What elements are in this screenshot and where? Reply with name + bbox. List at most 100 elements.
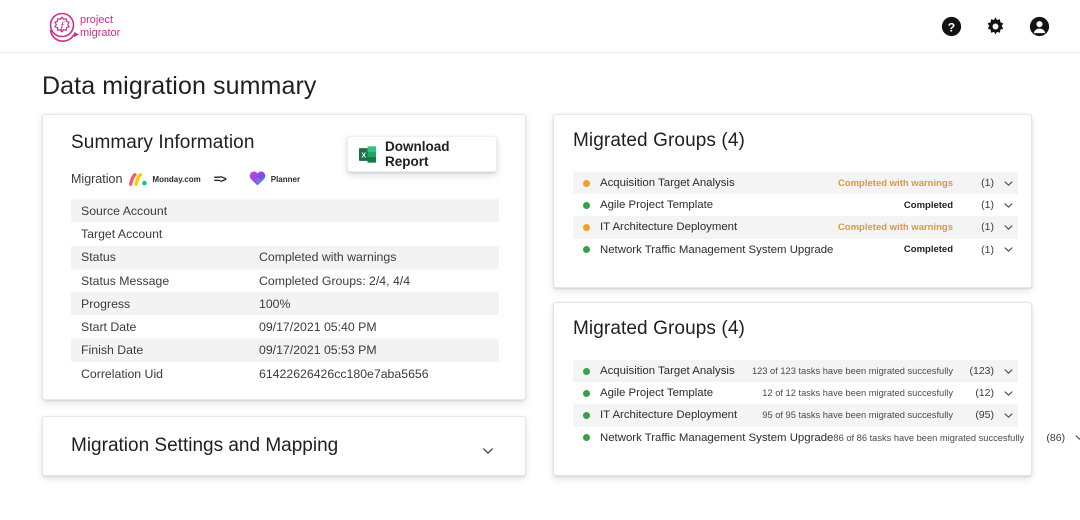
row-key: Target Account: [81, 226, 163, 241]
row-key: Status Message: [81, 273, 170, 288]
list-item[interactable]: Agile Project Template Completed (1): [573, 194, 1018, 216]
group-count: (123): [969, 365, 994, 378]
source-product-name: Monday.com: [152, 174, 201, 184]
row-key: Status: [81, 250, 116, 265]
migration-label: Migration: [71, 172, 123, 186]
monday-icon: [129, 172, 148, 187]
migration-settings-card[interactable]: Migration Settings and Mapping: [42, 416, 526, 476]
gear-icon[interactable]: [985, 16, 1006, 37]
migration-settings-title: Migration Settings and Mapping: [71, 435, 339, 456]
table-row: Start Date 09/17/2021 05:40 PM: [71, 315, 499, 338]
group-count: (1): [981, 243, 994, 256]
status-dot-success-icon: [583, 201, 590, 209]
summary-card-title: Summary Information: [71, 132, 255, 153]
group-name: IT Architecture Deployment: [600, 409, 738, 422]
row-value: 09/17/2021 05:53 PM: [259, 343, 377, 358]
group-name: Acquisition Target Analysis: [600, 365, 735, 378]
table-row: Source Account: [71, 199, 499, 223]
help-icon[interactable]: ?: [941, 16, 962, 37]
row-value: Completed with warnings: [259, 250, 397, 265]
group-name: Agile Project Template: [600, 199, 714, 212]
list-item[interactable]: Network Traffic Management System Upgrad…: [573, 427, 1080, 449]
status-dot-warning-icon: [583, 223, 590, 231]
status-badge: Completed: [903, 244, 953, 256]
migrated-groups-tasks-card: Migrated Groups (4) Acquisition Target A…: [553, 302, 1080, 476]
status-dot-success-icon: [583, 389, 590, 397]
logo-text-line2: migrator: [80, 27, 121, 39]
status-dot-success-icon: [583, 411, 590, 419]
logo-text-line1: project: [80, 14, 113, 26]
status-dot-success-icon: [583, 434, 590, 442]
chevron-down-icon[interactable]: [1003, 366, 1014, 377]
list-item[interactable]: Network Traffic Management System Upgrad…: [573, 239, 1018, 261]
list-item[interactable]: Acquisition Target Analysis 123 of 123 t…: [573, 360, 1018, 383]
status-dot-warning-icon: [583, 179, 590, 187]
group-name: IT Architecture Deployment: [600, 221, 738, 234]
group-name: Network Traffic Management System Upgrad…: [600, 243, 834, 256]
group-count: (1): [981, 177, 994, 190]
account-icon[interactable]: [1029, 16, 1050, 37]
list-item[interactable]: IT Architecture Deployment 95 of 95 task…: [573, 404, 1018, 427]
chevron-down-icon[interactable]: [1003, 178, 1014, 189]
migrated-groups-status-title: Migrated Groups (4): [573, 130, 745, 151]
migration-arrow: =>: [213, 172, 227, 186]
source-product: Monday.com: [129, 172, 201, 187]
svg-text:?: ?: [948, 20, 955, 34]
row-key: Correlation Uid: [81, 366, 164, 381]
migrated-groups-status-list: Acquisition Target Analysis Completed wi…: [573, 172, 1018, 261]
row-value: 61422626426cc180e7aba5656: [259, 366, 429, 381]
row-key: Start Date: [81, 320, 137, 335]
group-count: (1): [981, 199, 994, 212]
task-progress-text: 86 of 86 tasks have been migrated succes…: [833, 432, 1025, 443]
group-count: (86): [1046, 431, 1066, 444]
excel-icon: X: [359, 145, 376, 163]
task-progress-text: 12 of 12 tasks have been migrated succes…: [762, 388, 953, 399]
row-value: Completed Groups: 2/4, 4/4: [259, 273, 411, 288]
status-badge: Completed with warnings: [837, 221, 953, 233]
target-product-name: Planner: [270, 174, 301, 184]
table-row: Correlation Uid 61422626426cc180e7aba565…: [71, 362, 499, 385]
summary-table: Source Account Target Account Status Com…: [71, 199, 499, 385]
migrated-groups-status-card: Migrated Groups (4) Acquisition Target A…: [553, 114, 1032, 288]
chevron-down-icon[interactable]: [1003, 200, 1014, 211]
task-progress-text: 123 of 123 tasks have been migrated succ…: [751, 366, 953, 377]
group-count: (95): [975, 409, 994, 422]
row-key: Finish Date: [81, 343, 144, 358]
svg-text:X: X: [361, 150, 366, 159]
group-name: Acquisition Target Analysis: [600, 177, 735, 190]
group-count: (1): [981, 221, 994, 234]
chevron-down-icon[interactable]: [481, 444, 495, 458]
row-key: Source Account: [81, 203, 168, 218]
chevron-down-icon[interactable]: [1003, 410, 1014, 421]
planner-icon: [248, 171, 267, 188]
chevron-down-icon[interactable]: [1003, 222, 1014, 233]
app-logo[interactable]: f project migrator: [40, 8, 190, 48]
target-product: Planner: [239, 171, 300, 188]
list-item[interactable]: IT Architecture Deployment Completed wit…: [573, 216, 1018, 239]
row-value: 09/17/2021 05:40 PM: [259, 320, 377, 335]
task-progress-text: 95 of 95 tasks have been migrated succes…: [762, 410, 953, 421]
group-name: Agile Project Template: [600, 387, 714, 400]
status-dot-success-icon: [583, 246, 590, 254]
status-badge: Completed with warnings: [837, 177, 953, 189]
list-item[interactable]: Agile Project Template 12 of 12 tasks ha…: [573, 382, 1018, 404]
chevron-down-icon[interactable]: [1003, 388, 1014, 399]
chevron-down-icon[interactable]: [1003, 244, 1014, 255]
status-badge: Completed: [903, 199, 953, 211]
header-icon-group: ?: [941, 0, 1050, 53]
page-title: Data migration summary: [42, 72, 317, 100]
download-report-label: Download Report: [385, 139, 450, 169]
table-row: Status Message Completed Groups: 2/4, 4/…: [71, 269, 499, 292]
status-dot-success-icon: [583, 367, 590, 375]
table-row: Progress 100%: [71, 292, 499, 316]
group-name: Network Traffic Management System Upgrad…: [600, 431, 834, 444]
app-header: f project migrator ?: [0, 0, 1080, 53]
download-report-button[interactable]: X Download Report: [347, 136, 497, 172]
summary-information-card: Summary Information X Download Report Mi…: [42, 114, 526, 400]
row-value: 100%: [259, 296, 291, 311]
row-key: Progress: [81, 296, 131, 311]
chevron-down-icon[interactable]: [1074, 432, 1080, 443]
table-row: Finish Date 09/17/2021 05:53 PM: [71, 338, 499, 363]
list-item[interactable]: Acquisition Target Analysis Completed wi…: [573, 172, 1018, 195]
table-row: Status Completed with warnings: [71, 245, 499, 269]
